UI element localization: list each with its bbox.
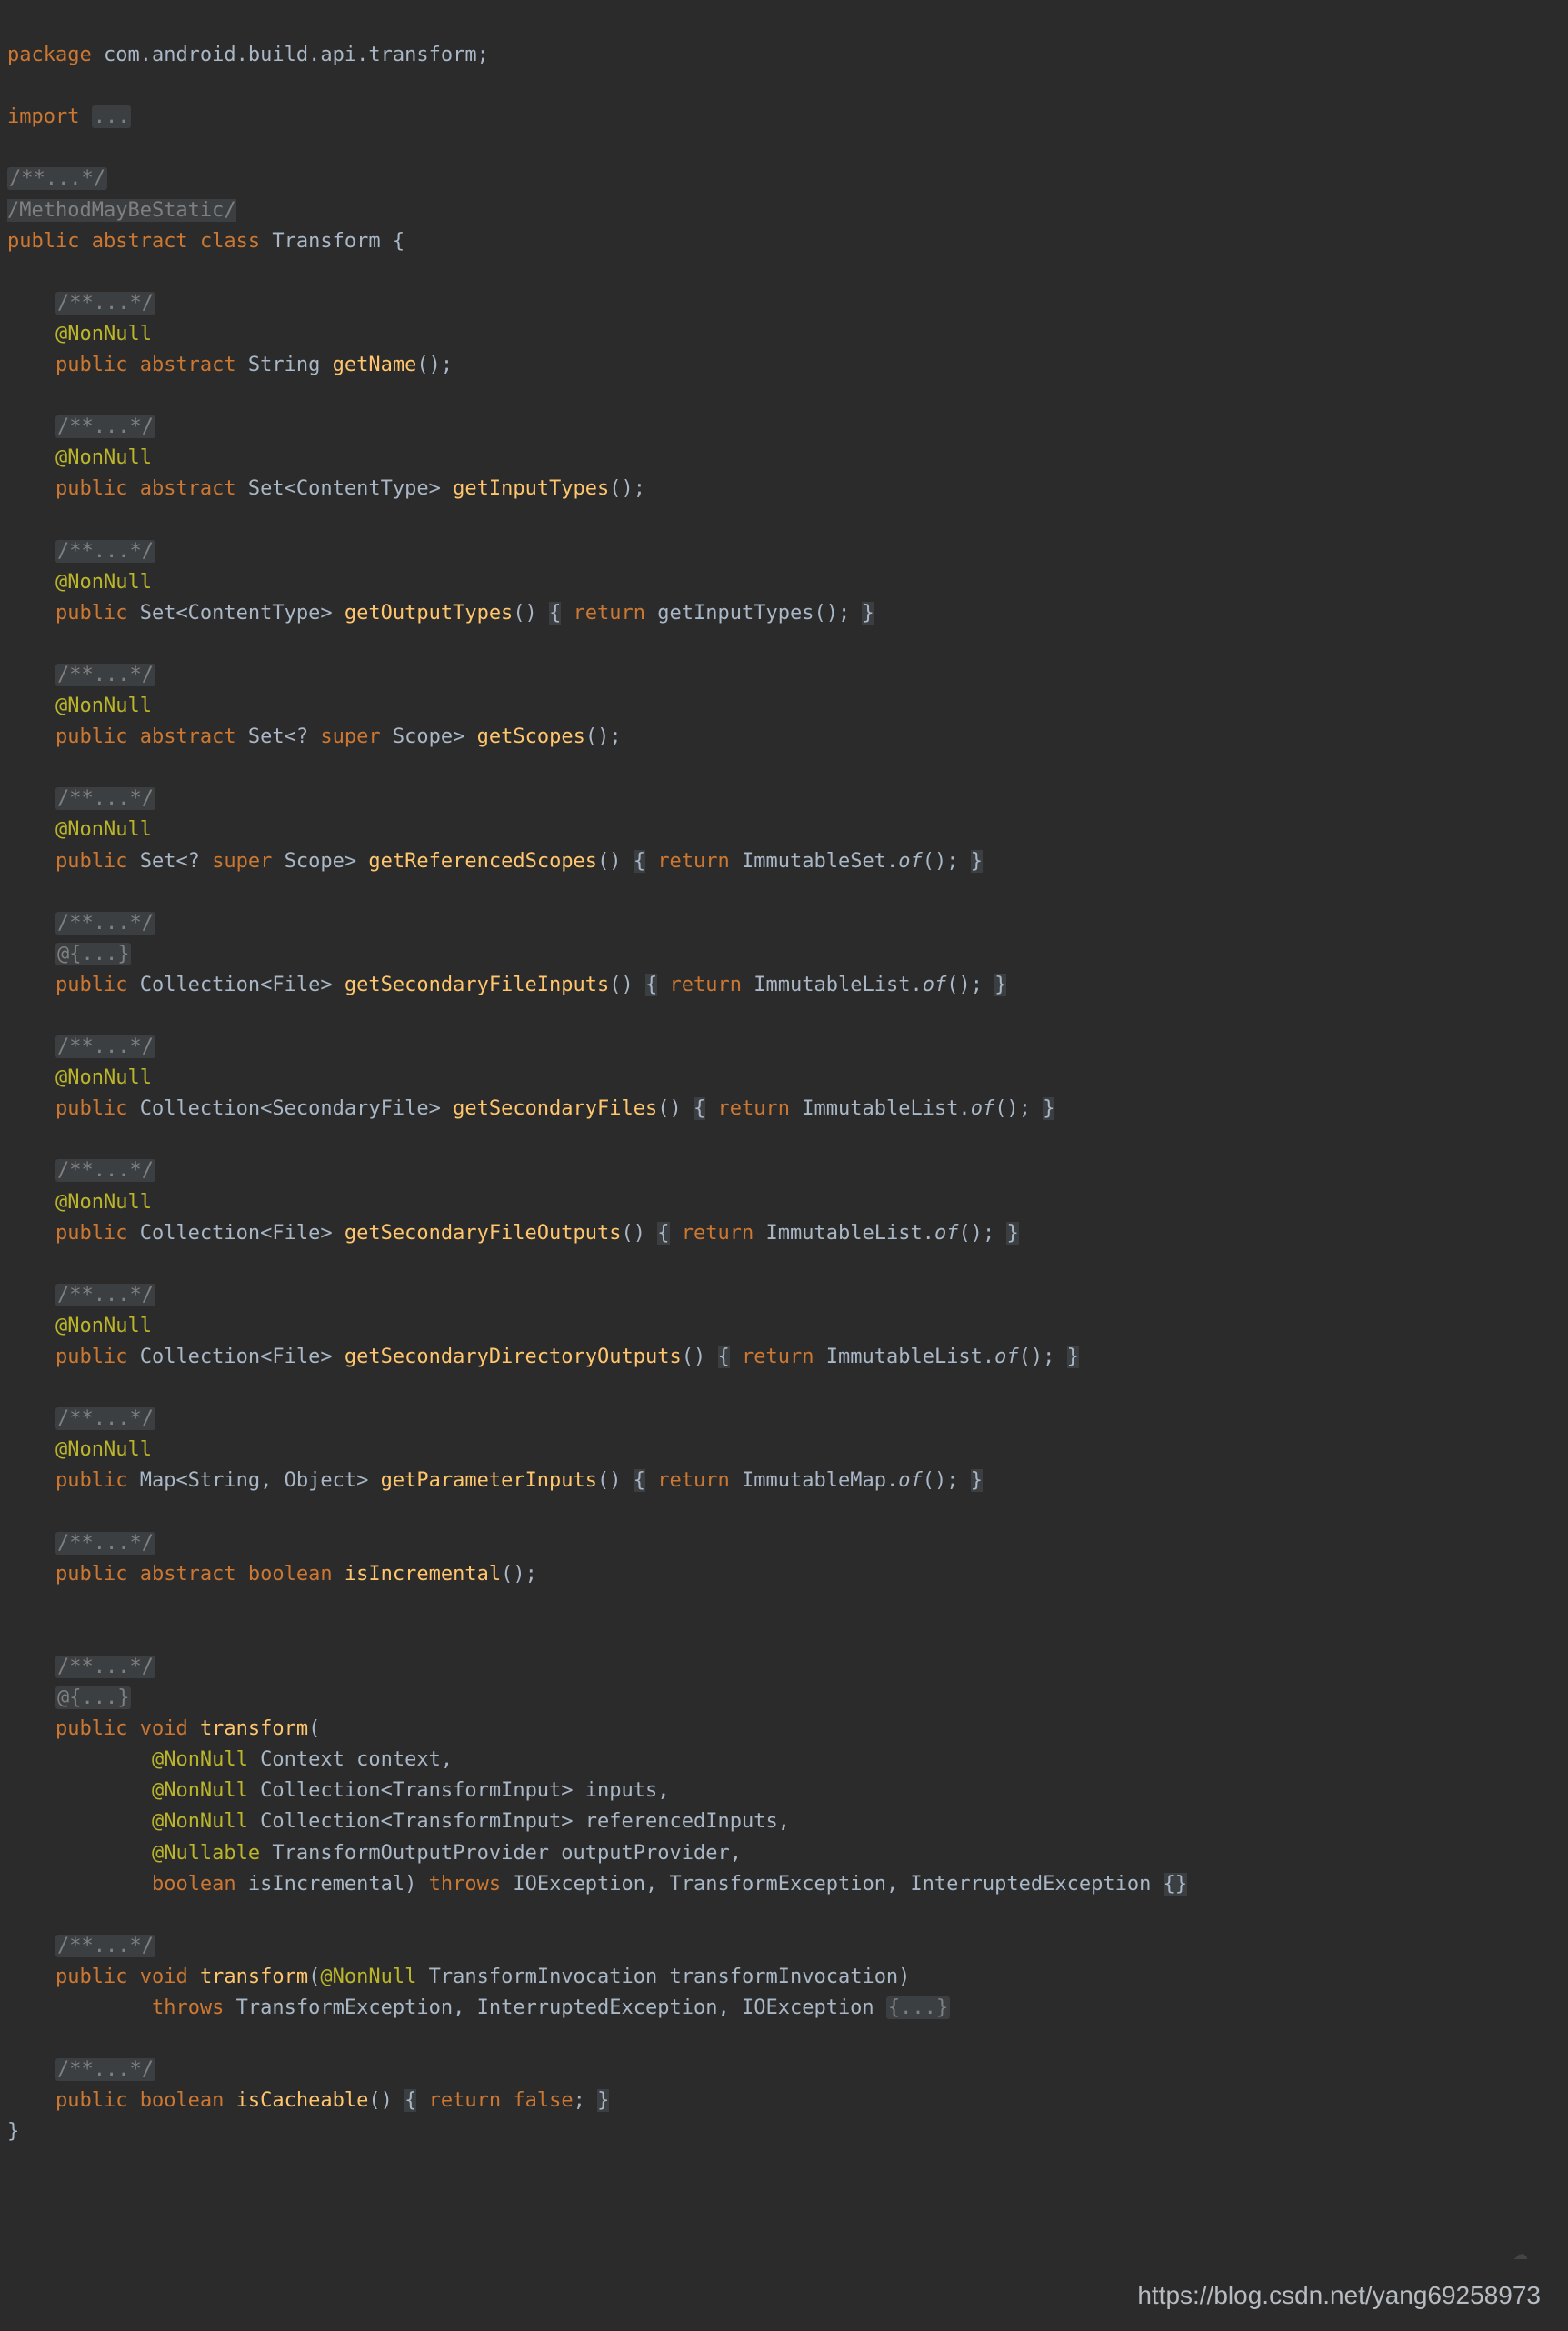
annotation-nonnull: @NonNull	[55, 1191, 152, 1214]
method-name: getOutputTypes	[345, 602, 513, 625]
code-line: public abstract class Transform {	[7, 230, 404, 253]
annotation-nonnull: @NonNull	[55, 571, 152, 594]
package-name: com.android.build.api.transform	[104, 44, 477, 66]
javadoc-fold[interactable]: /**...*/	[55, 415, 155, 438]
method-name: getSecondaryFileOutputs	[345, 1222, 622, 1245]
javadoc-fold[interactable]: /**...*/	[55, 664, 155, 686]
watermark-logo-icon: ☁	[1466, 2229, 1568, 2275]
code-editor[interactable]: package com.android.build.api.transform;…	[0, 0, 1568, 2331]
body-fold[interactable]: {...}	[886, 1996, 950, 2019]
method-name: getReferencedScopes	[368, 850, 597, 873]
javadoc-fold[interactable]: /**...*/	[55, 1407, 155, 1430]
close-brace: }	[7, 2120, 19, 2143]
annotation-fold[interactable]: @{...}	[55, 943, 131, 965]
method-name: getScopes	[477, 725, 585, 748]
keyword-import: import	[7, 105, 92, 128]
javadoc-fold[interactable]: /**...*/	[55, 1159, 155, 1182]
keyword-package: package	[7, 44, 104, 66]
method-name: transform	[200, 1966, 308, 1988]
annotation-nonnull: @NonNull	[55, 1438, 152, 1461]
method-name: isIncremental	[345, 1563, 501, 1586]
inspection-hint: /MethodMayBeStatic/	[7, 199, 236, 222]
annotation-nullable: @Nullable	[152, 1842, 260, 1865]
annotation-nonnull: @NonNull	[55, 323, 152, 345]
javadoc-fold[interactable]: /**...*/	[7, 167, 107, 190]
annotation-nonnull: @NonNull	[55, 695, 152, 717]
javadoc-fold[interactable]: /**...*/	[55, 912, 155, 935]
fold-region[interactable]: ...	[92, 105, 132, 128]
annotation-nonnull: @NonNull	[55, 818, 152, 841]
method-name: isCacheable	[236, 2089, 369, 2112]
javadoc-fold[interactable]: /**...*/	[55, 1532, 155, 1555]
javadoc-fold[interactable]: /**...*/	[55, 292, 155, 315]
method-name: getName	[333, 354, 417, 376]
method-name: getSecondaryFiles	[453, 1097, 657, 1120]
method-name: transform	[200, 1717, 308, 1740]
method-name: getSecondaryFileInputs	[345, 974, 609, 996]
annotation-nonnull: @NonNull	[55, 1066, 152, 1089]
code-line: package com.android.build.api.transform;	[7, 44, 489, 66]
code-line: /**...*/	[7, 167, 107, 190]
javadoc-fold[interactable]: /**...*/	[55, 1284, 155, 1306]
watermark-text: https://blog.csdn.net/yang69258973	[1137, 2276, 1541, 2315]
javadoc-fold[interactable]: /**...*/	[55, 540, 155, 563]
class-name: Transform	[272, 230, 380, 253]
javadoc-fold[interactable]: /**...*/	[55, 1656, 155, 1678]
annotation-nonnull: @NonNull	[55, 1315, 152, 1337]
method-name: getParameterInputs	[381, 1469, 597, 1492]
javadoc-fold[interactable]: /**...*/	[55, 2058, 155, 2081]
annotation-fold[interactable]: @{...}	[55, 1686, 131, 1709]
code-line: /MethodMayBeStatic/	[7, 199, 236, 222]
annotation-nonnull: @NonNull	[55, 446, 152, 469]
code-line: import ...	[7, 105, 131, 128]
method-name: getInputTypes	[453, 477, 609, 500]
javadoc-fold[interactable]: /**...*/	[55, 787, 155, 810]
method-name: getSecondaryDirectoryOutputs	[345, 1346, 682, 1368]
javadoc-fold[interactable]: /**...*/	[55, 1935, 155, 1957]
javadoc-fold[interactable]: /**...*/	[55, 1035, 155, 1058]
